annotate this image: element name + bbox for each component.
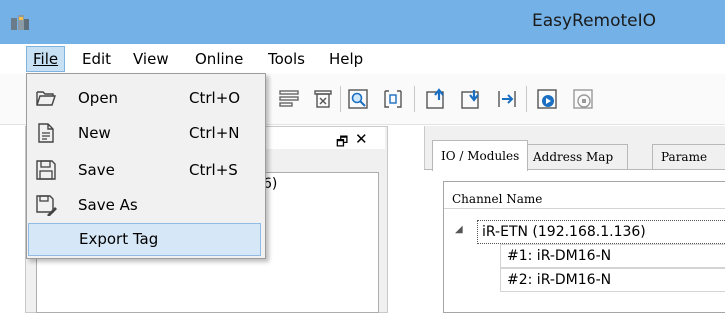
transfer-icon[interactable] xyxy=(496,88,518,110)
new-document-icon xyxy=(38,123,54,143)
menu-tools[interactable]: Tools xyxy=(262,47,311,71)
toolbar-separator xyxy=(526,86,527,112)
menu-item-shortcut: Ctrl+O xyxy=(189,89,241,107)
download-icon[interactable] xyxy=(460,88,482,110)
menu-help[interactable]: Help xyxy=(323,47,369,71)
io-icon[interactable] xyxy=(382,88,404,110)
menu-file[interactable]: File xyxy=(26,46,66,72)
column-header-channel-name[interactable]: Channel Name xyxy=(444,182,725,209)
tree-row-controller[interactable]: iR-ETN (192.168.1.136) xyxy=(477,220,725,244)
tree-row-module[interactable]: #1: iR-DM16-N xyxy=(500,244,725,268)
tree-row-module[interactable]: #2: iR-DM16-N xyxy=(500,268,725,292)
run-icon[interactable] xyxy=(536,88,558,110)
search-device-icon[interactable] xyxy=(347,88,369,110)
close-icon[interactable]: ✕ xyxy=(355,130,368,148)
menu-online[interactable]: Online xyxy=(189,47,249,71)
menu-item-open[interactable]: Open Ctrl+O xyxy=(28,81,261,115)
menu-view[interactable]: View xyxy=(127,47,175,71)
menu-item-shortcut: Ctrl+S xyxy=(189,161,238,179)
menu-item-label: Open xyxy=(78,89,119,107)
tab-address-map[interactable]: Address Map xyxy=(524,144,628,169)
expand-arrow-icon[interactable]: ◢ xyxy=(455,224,463,235)
pin-icon[interactable]: 🗗 xyxy=(336,133,348,155)
menu-item-save-as[interactable]: Save As xyxy=(28,188,261,222)
toolbar-separator xyxy=(340,86,341,112)
window-title: EasyRemoteIO xyxy=(531,11,657,31)
menu-item-label: Save xyxy=(78,161,115,179)
menu-item-export-tag[interactable]: Export Tag xyxy=(28,223,261,256)
stop-icon[interactable] xyxy=(572,88,594,110)
menu-item-label: New xyxy=(78,124,111,142)
upload-icon[interactable] xyxy=(425,88,447,110)
tab-io-modules[interactable]: IO / Modules xyxy=(432,140,529,171)
open-folder-icon xyxy=(36,91,56,106)
menu-item-label: Export Tag xyxy=(79,230,159,248)
tab-parameters[interactable]: Parame xyxy=(652,144,725,169)
menu-item-label: Save As xyxy=(78,196,138,214)
save-as-icon xyxy=(36,195,57,216)
menu-item-new[interactable]: New Ctrl+N xyxy=(28,116,261,150)
toolbar-separator xyxy=(414,86,415,112)
menu-item-shortcut: Ctrl+N xyxy=(189,124,240,142)
save-disk-icon xyxy=(36,160,56,180)
list-icon[interactable] xyxy=(278,88,300,110)
menu-item-save[interactable]: Save Ctrl+S xyxy=(28,153,261,187)
menu-edit[interactable]: Edit xyxy=(76,47,117,71)
delete-icon[interactable] xyxy=(312,88,334,110)
